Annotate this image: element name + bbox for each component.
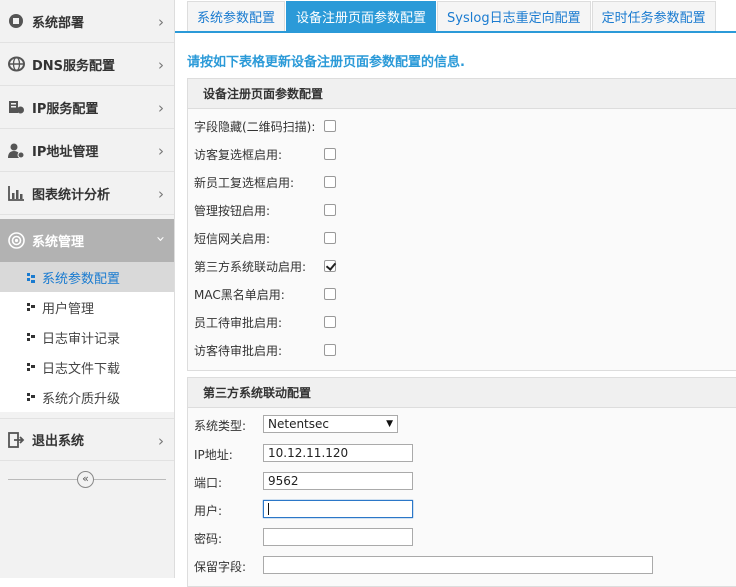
sidebar-item-system-management[interactable]: 系统管理 › xyxy=(0,219,174,262)
reserved-field[interactable] xyxy=(263,556,653,574)
page-instruction: 请按如下表格更新设备注册页面参数配置的信息. xyxy=(187,55,465,70)
option-checkbox[interactable] xyxy=(324,232,336,244)
subitem-log-download[interactable]: 日志文件下载 xyxy=(0,352,174,382)
password-label: 密码: xyxy=(194,532,223,546)
ip-address-label: IP地址: xyxy=(194,448,233,462)
settings-icon xyxy=(7,232,25,250)
sidebar-item-label: IP地址管理 xyxy=(32,144,99,160)
checkbox-label: 员工待审批启用: xyxy=(194,316,283,330)
subitem-audit-log[interactable]: 日志审计记录 xyxy=(0,322,174,352)
checkbox-label: 新员工复选框启用: xyxy=(194,176,295,190)
list-bullet-icon xyxy=(27,303,35,311)
checkbox-label: MAC黑名单启用: xyxy=(194,288,285,302)
text-cursor xyxy=(268,503,269,515)
sidebar-item-label: 图表统计分析 xyxy=(32,187,111,203)
port-field[interactable]: 9562 xyxy=(263,472,413,490)
dropdown-arrow-icon: ▼ xyxy=(386,419,393,429)
sidebar-item-deploy[interactable]: 系统部署 › xyxy=(0,0,174,43)
tab-syslog-redirect[interactable]: Syslog日志重定向配置 xyxy=(437,1,591,31)
sidebar-item-label: 系统部署 xyxy=(32,15,85,31)
list-bullet-icon xyxy=(27,363,35,371)
chevron-right-icon: › xyxy=(158,185,164,203)
checkbox-label: 短信网关启用: xyxy=(194,232,271,246)
reserved-field-label: 保留字段: xyxy=(194,560,247,574)
subitem-label: 系统介质升级 xyxy=(42,391,121,407)
option-checkbox[interactable] xyxy=(324,260,336,272)
subitem-label: 系统参数配置 xyxy=(42,271,121,287)
sidebar-item-dns[interactable]: DNS服务配置 › xyxy=(0,43,174,86)
subitem-label: 日志文件下载 xyxy=(42,361,121,377)
option-checkbox[interactable] xyxy=(324,120,336,132)
option-checkbox[interactable] xyxy=(324,204,336,216)
system-type-label: 系统类型: xyxy=(194,419,247,433)
device-registration-panel: 设备注册页面参数配置 字段隐藏(二维码扫描): 访客复选框启用: 新员工复选框启用:… xyxy=(187,78,736,371)
port-label: 端口: xyxy=(194,476,223,490)
option-checkbox[interactable] xyxy=(324,176,336,188)
chevron-down-icon: › xyxy=(152,236,170,242)
tab-system-params[interactable]: 系统参数配置 xyxy=(187,1,286,31)
sidebar-item-label: 系统管理 xyxy=(32,235,85,250)
main-content: 系统参数配置 设备注册页面参数配置 Syslog日志重定向配置 定时任务参数配置… xyxy=(175,0,736,587)
option-checkbox[interactable] xyxy=(324,148,336,160)
subitem-media-upgrade[interactable]: 系统介质升级 xyxy=(0,382,174,412)
sidebar-item-charts[interactable]: 图表统计分析 › xyxy=(0,172,174,215)
list-bullet-icon xyxy=(27,333,35,341)
checkbox-label: 访客待审批启用: xyxy=(194,344,283,358)
sidebar-item-label: 退出系统 xyxy=(32,434,85,449)
globe-icon xyxy=(7,55,25,73)
subitem-user-management[interactable]: 用户管理 xyxy=(0,292,174,322)
chevron-right-icon: › xyxy=(158,56,164,74)
tab-bar: 系统参数配置 设备注册页面参数配置 Syslog日志重定向配置 定时任务参数配置 xyxy=(175,0,736,33)
chevron-right-icon: › xyxy=(158,99,164,117)
system-type-select[interactable]: Netentsec ▼ xyxy=(263,415,398,433)
list-bullet-icon xyxy=(27,393,35,401)
sidebar-collapse-bar: « xyxy=(0,468,174,490)
collapse-sidebar-button[interactable]: « xyxy=(77,471,94,488)
server-icon xyxy=(7,98,25,116)
tab-scheduled-tasks[interactable]: 定时任务参数配置 xyxy=(591,1,716,31)
deploy-icon xyxy=(7,12,25,30)
chevron-right-icon: › xyxy=(158,13,164,31)
checkbox-label: 管理按钮启用: xyxy=(194,204,271,218)
option-checkbox[interactable] xyxy=(324,316,336,328)
list-bullet-icon xyxy=(27,273,35,281)
third-party-integration-panel: 第三方系统联动配置 系统类型: Netentsec ▼ IP地址: 10.12.… xyxy=(187,377,736,587)
sidebar-item-ip-service[interactable]: IP服务配置 › xyxy=(0,86,174,129)
user-label: 用户: xyxy=(194,504,223,518)
logout-icon xyxy=(7,431,25,449)
chevron-right-icon: › xyxy=(158,142,164,160)
sidebar: 系统部署 › DNS服务配置 › IP服务配置 › IP地址管理 › 图表统计分… xyxy=(0,0,175,578)
system-type-value: Netentsec xyxy=(268,417,329,431)
sidebar-item-ip-address[interactable]: IP地址管理 › xyxy=(0,129,174,172)
submenu-system-management: 系统参数配置 用户管理 日志审计记录 日志文件下载 系统介质升级 xyxy=(0,262,174,412)
sidebar-item-logout[interactable]: 退出系统 › xyxy=(0,418,174,461)
user-field[interactable] xyxy=(263,500,413,518)
checkbox-label: 访客复选框启用: xyxy=(194,148,283,162)
subitem-system-params[interactable]: 系统参数配置 xyxy=(0,262,174,292)
panel-title: 设备注册页面参数配置 xyxy=(188,79,736,109)
password-field[interactable] xyxy=(263,528,413,546)
option-checkbox[interactable] xyxy=(324,344,336,356)
subitem-label: 日志审计记录 xyxy=(42,331,121,347)
subitem-label: 用户管理 xyxy=(42,301,95,317)
bar-chart-icon xyxy=(7,184,25,202)
tab-device-registration[interactable]: 设备注册页面参数配置 xyxy=(286,1,437,31)
ip-address-field[interactable]: 10.12.11.120 xyxy=(263,444,413,462)
sidebar-item-label: IP服务配置 xyxy=(32,101,99,117)
checkbox-label: 字段隐藏(二维码扫描): xyxy=(194,120,316,134)
sidebar-item-label: DNS服务配置 xyxy=(32,58,116,74)
option-checkbox[interactable] xyxy=(324,288,336,300)
user-gear-icon xyxy=(7,141,25,159)
chevron-right-icon: › xyxy=(158,432,164,450)
panel-title: 第三方系统联动配置 xyxy=(188,378,736,408)
checkbox-label: 第三方系统联动启用: xyxy=(194,260,307,274)
